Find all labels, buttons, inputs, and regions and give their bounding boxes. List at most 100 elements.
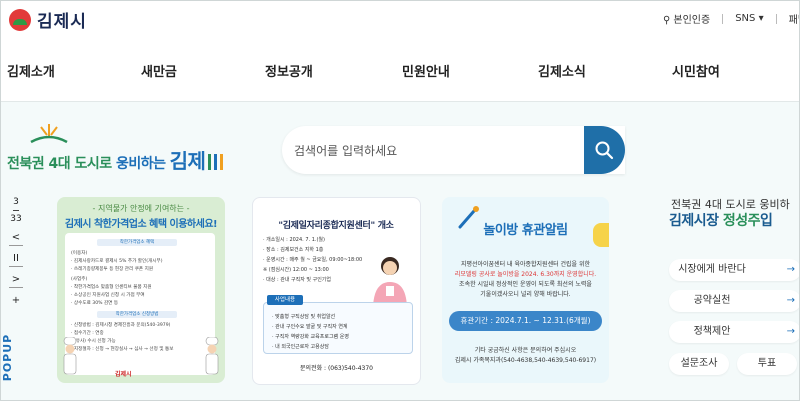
card-footer-logo: 김제시 xyxy=(115,371,132,378)
card-line: 조속한 시일내 정상적인 운영이 되도록 최선의 노력을 xyxy=(459,281,592,288)
section-tag: 착한가격업소 신청방법 xyxy=(97,311,177,318)
nav-item-civil[interactable]: 민원안내 xyxy=(402,61,450,80)
main-nav: 김제소개 새만금 정보공개 민원안내 김제소식 시민참여 xyxy=(1,37,799,102)
card-line: · 소상공인 지원사업 신청 시 가점 부여 xyxy=(71,293,145,298)
utility-menu: ⚲본인인증 SNS ▾ 패밀 xyxy=(663,11,799,26)
sns-dropdown[interactable]: SNS ▾ xyxy=(735,13,763,24)
card-line-highlight: 리모델링 공사로 놀이방을 2024. 6.30까지 운영합니다. xyxy=(454,271,597,278)
nav-item-saemangeum[interactable]: 새만금 xyxy=(141,61,177,80)
card-line: ※ (점심시간) 12:00 ~ 13:00 xyxy=(263,267,329,273)
slogan-text: 전북권 4대 도시로 웅비하는 김제 xyxy=(7,145,224,174)
vote-button[interactable]: 투표 xyxy=(737,353,797,375)
popup-pause-button[interactable]: II xyxy=(9,252,23,267)
cert-label: 본인인증 xyxy=(673,15,711,26)
card-line: · 구직자 역량강화 교육프로그램 운영 xyxy=(272,334,349,340)
top-bar: 김제시 ⚲본인인증 SNS ▾ 패밀 xyxy=(1,1,799,37)
slogan-prefix: 전북권 4대 도시로 xyxy=(7,156,117,172)
card-line: · (유사) 수시 신청 가능 xyxy=(71,339,116,344)
nav-item-info[interactable]: 정보공개 xyxy=(265,61,313,80)
search-box xyxy=(282,126,625,174)
nav-item-about[interactable]: 김제소개 xyxy=(7,61,55,80)
divider xyxy=(13,210,19,211)
pledge-button[interactable]: 공약실천 → xyxy=(669,290,799,312)
family-site-link[interactable]: 패밀 xyxy=(789,11,799,26)
wish-to-mayor-button[interactable]: 시장에게 바란다 → xyxy=(669,259,799,281)
popup-card-playroom[interactable]: 놀이방 휴관알림 지평선아이꿈센터 내 육아종합지원센터 건립을 위한 리모델링… xyxy=(442,197,609,383)
mayor-title-prefix: 김제시장 xyxy=(669,213,723,229)
divider xyxy=(775,13,777,24)
popup-label: POPUP xyxy=(1,331,20,387)
card-line: · 장소 : 김제보건소 지하 1층 xyxy=(263,247,324,253)
slogan: 전북권 4대 도시로 웅비하는 김제 xyxy=(7,119,277,179)
accent-bar xyxy=(220,154,224,170)
popup-card-job-center[interactable]: "김제일자리종합지원센터" 개소 · 개소일시 : 2024. 7. 1.(월)… xyxy=(252,197,421,385)
card-line: · 운영시간 : 매주 월 ~ 금요일, 09:00~18:00 xyxy=(263,257,363,263)
arrow-right-icon: → xyxy=(786,264,795,275)
card-body: 착한가격업소 혜택 (이용자) · 김제사랑카드로 결제시 5% 추가 할인(개… xyxy=(65,233,215,375)
slogan-mid: 웅비하는 xyxy=(116,156,166,172)
mayor-title-suffix: 입 xyxy=(760,213,773,229)
card-line: · 지정절차 : 신청 → 현장실사 → 심사 → 선정 및 통보 xyxy=(71,347,174,352)
nav-item-news[interactable]: 김제소식 xyxy=(538,61,586,80)
site-logo[interactable]: 김제시 xyxy=(9,7,87,32)
mayor-title: 김제시장 정성주입 xyxy=(669,210,773,230)
card-line: · 내 외국인근로자 고용상담 xyxy=(272,344,329,350)
section-tag: 착한가격업소 혜택 xyxy=(97,239,177,246)
card-line: 기타 궁금하신 사항은 문의하여 주십시오 xyxy=(474,347,577,354)
chef-illustration-icon xyxy=(205,337,219,375)
policy-proposal-button[interactable]: 정책제안 → xyxy=(669,321,799,343)
popup-prev-button[interactable]: < xyxy=(9,231,23,246)
closure-period: 휴관기간 : 2024.7.1. ~ 12.31.(6개월) xyxy=(449,311,602,331)
card-line: · 상수도료 30% 감면 등 xyxy=(71,301,119,306)
card-line: 김제시 가족복지과(540-4638,540-4639,540-6917) xyxy=(454,357,597,364)
card-line: (이용자) xyxy=(71,251,88,256)
popup-more-button[interactable]: + xyxy=(9,294,23,308)
logo-text: 김제시 xyxy=(37,12,87,32)
card-title: 김제시 착한가격업소 혜택 이용하세요! xyxy=(64,219,218,230)
slogan-city: 김제 xyxy=(169,149,206,173)
city-emblem-icon xyxy=(9,8,31,31)
sunrise-icon xyxy=(30,124,68,144)
popup-card-good-price[interactable]: - 지역물가 안정에 기여하는 - 김제시 착한가격업소 혜택 이용하세요! 착… xyxy=(57,197,225,383)
popup-controls: 3 33 < II > + xyxy=(5,196,27,308)
person-icon: ⚲ xyxy=(663,15,671,26)
sns-label: SNS xyxy=(735,13,756,24)
caret-down-icon: ▾ xyxy=(758,13,764,24)
card-line: · 쓰레기종량제봉투 등 현장 관리 쿠폰 지원 xyxy=(71,267,154,272)
survey-button[interactable]: 설문조사 xyxy=(669,353,729,375)
divider xyxy=(722,13,724,24)
card-title: "김제일자리종합지원센터" 개소 xyxy=(278,221,394,231)
accent-bar xyxy=(208,154,212,170)
search-input[interactable] xyxy=(292,136,576,166)
card-line: 지평선아이꿈센터 내 육아종합지원센터 건립을 위한 xyxy=(460,261,591,268)
card-line: · 대상 : 관내 구직자 및 구인기업 xyxy=(263,277,332,283)
card-line: · 맞춤형 구직상담 및 취업알선 xyxy=(272,314,336,320)
card-title: 놀이방 휴관알림 xyxy=(483,223,568,238)
card-line: · 개소일시 : 2024. 7. 1.(월) xyxy=(263,237,325,243)
mayor-name: 정성주 xyxy=(722,213,761,229)
service-box: · 맞춤형 구직상담 및 취업알선 · 관내 구인수요 발굴 및 구직자 연계 … xyxy=(263,302,413,354)
chef-illustration-icon xyxy=(63,337,77,375)
cert-link[interactable]: ⚲ 본인인증 xyxy=(663,11,710,26)
popup-next-button[interactable]: > xyxy=(9,273,23,288)
arrow-right-icon: → xyxy=(786,326,795,337)
button-label: 정책제안 xyxy=(693,326,731,337)
popup-total: 33 xyxy=(10,214,22,224)
search-icon xyxy=(595,141,614,160)
service-badge: 사업내용 xyxy=(267,295,303,305)
card-line: · 착한가격업소 맞춤형 인센티브 물품 지원 xyxy=(71,285,152,290)
card-line: · 접수기간 : 연중 xyxy=(71,331,104,336)
card-contact: 문의전화 : (063)540-4370 xyxy=(300,365,373,372)
card-line: (사업주) xyxy=(71,277,88,282)
arrow-right-icon: → xyxy=(786,295,795,306)
card-line: · 김제사랑카드로 결제시 5% 추가 할인(개시부) xyxy=(71,259,163,264)
accent-bar xyxy=(214,154,218,170)
page: 김제시 ⚲본인인증 SNS ▾ 패밀 김제소개 새만금 정보공개 민원안내 김제… xyxy=(0,0,800,401)
button-label: 공약실천 xyxy=(693,295,731,306)
card-subtitle: - 지역물가 안정에 기여하는 - xyxy=(92,204,190,213)
card-line: · 관내 구인수요 발굴 및 구직자 연계 xyxy=(272,324,348,330)
nav-item-participation[interactable]: 시민참여 xyxy=(672,61,720,80)
popup-current: 3 xyxy=(13,197,19,207)
card-line: · 신청방법 : 김제시청 경제진흥과 문의(540-3979) xyxy=(71,323,171,328)
button-label: 시장에게 바란다 xyxy=(678,264,746,275)
